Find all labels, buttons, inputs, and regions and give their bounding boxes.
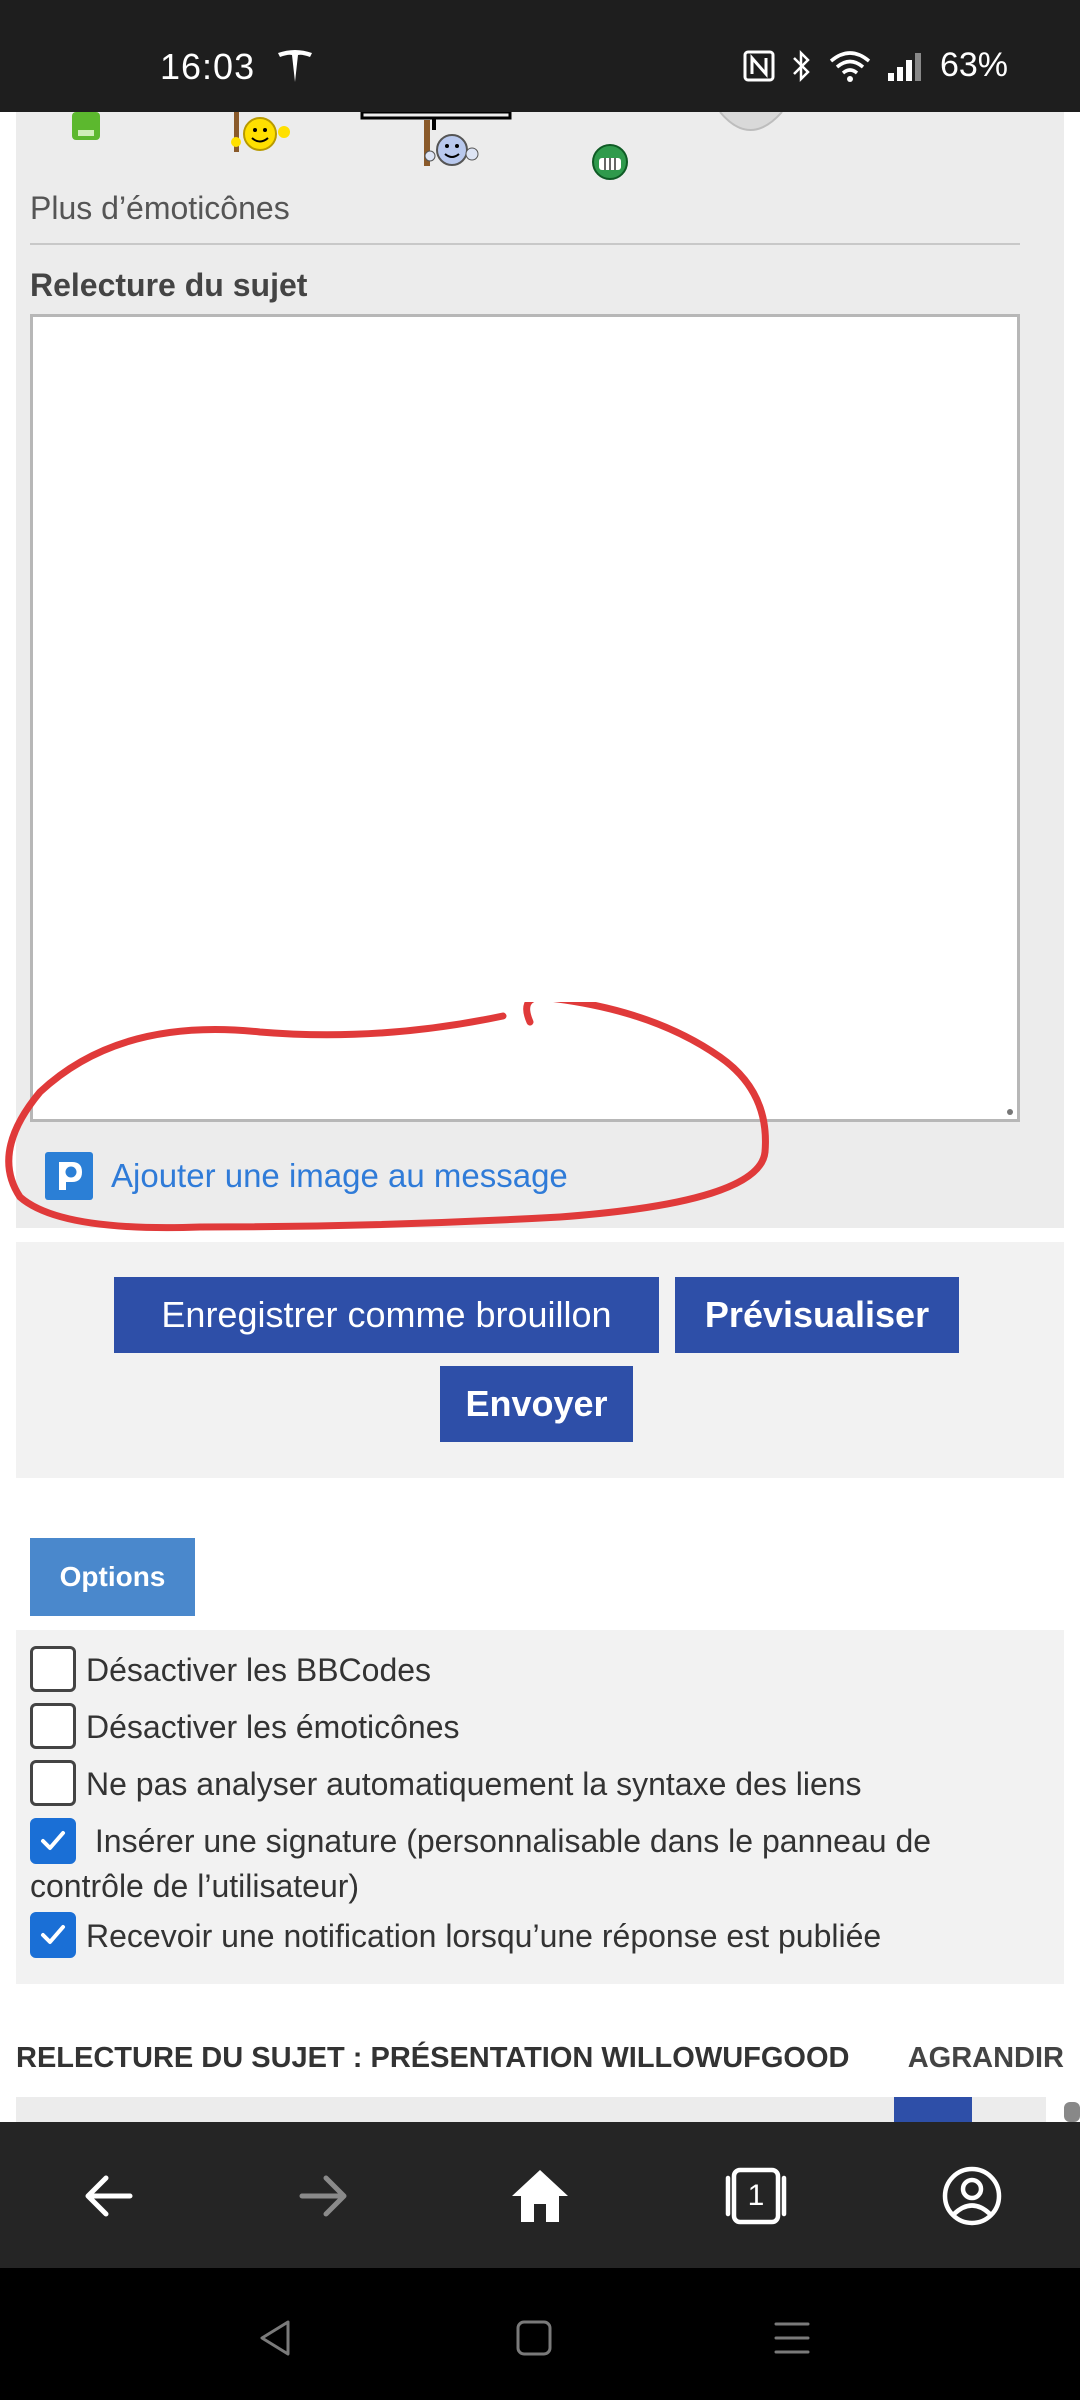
- status-time: 16:03: [160, 46, 256, 87]
- topic-review-box: [16, 2097, 1046, 2122]
- option-label: Recevoir une notification lorsqu’une rép…: [86, 1918, 882, 1954]
- option-disable-bbcode[interactable]: Désactiver les BBCodes: [30, 1646, 1020, 1692]
- checkbox[interactable]: [30, 1646, 76, 1692]
- tab-options[interactable]: Options: [30, 1538, 195, 1616]
- grey-ball-emoticon[interactable]: [710, 112, 790, 136]
- option-notify[interactable]: Recevoir une notification lorsqu’une rép…: [30, 1912, 1020, 1958]
- green-grin-emoticon[interactable]: [590, 142, 630, 182]
- wifi-icon: [829, 50, 871, 82]
- back-button[interactable]: [72, 2160, 144, 2232]
- more-emoticons-link[interactable]: Plus d’émoticônes: [30, 190, 290, 227]
- nav-recents-button[interactable]: [762, 2308, 822, 2368]
- nav-home-icon: [516, 2320, 552, 2356]
- system-nav-bar: [0, 2268, 1080, 2400]
- bluetooth-icon: [793, 49, 810, 82]
- send-button[interactable]: Envoyer: [440, 1366, 633, 1442]
- account-icon: [942, 2166, 1002, 2226]
- back-arrow-icon: [85, 2175, 133, 2217]
- nav-back-button[interactable]: [246, 2308, 306, 2368]
- option-label: Insérer une signature (personnalisable d…: [30, 1823, 932, 1904]
- sign-smiley-emoticon[interactable]: [224, 112, 294, 154]
- battery-percent: 63%: [939, 46, 1008, 84]
- board-smiley-emoticon[interactable]: [360, 112, 512, 170]
- nav-menu-icon: [774, 2322, 810, 2354]
- scrollbar-thumb[interactable]: [1064, 2102, 1080, 2122]
- nav-home-button[interactable]: [504, 2308, 564, 2368]
- option-label: Désactiver les BBCodes: [86, 1652, 432, 1688]
- home-button[interactable]: [504, 2160, 576, 2232]
- tab-count: 1: [747, 2179, 765, 2212]
- nav-back-icon: [260, 2320, 290, 2356]
- browser-toolbar: 1: [0, 2122, 1080, 2268]
- actions-panel: Enregistrer comme brouillon Prévisualise…: [16, 1242, 1064, 1478]
- resize-handle[interactable]: [1007, 1109, 1013, 1115]
- nfc-icon: [743, 50, 775, 81]
- checkmark-icon: [41, 1830, 65, 1850]
- checkbox-checked[interactable]: [30, 1817, 76, 1864]
- forward-arrow-icon: [299, 2175, 347, 2217]
- option-label: Désactiver les émoticônes: [86, 1709, 460, 1745]
- option-label: Ne pas analyser automatiquement la synta…: [86, 1766, 862, 1802]
- checkbox[interactable]: [30, 1703, 76, 1749]
- status-icons: 63%: [742, 46, 1008, 85]
- expand-link[interactable]: AGRANDIR: [908, 2042, 1064, 2075]
- checkmark-icon: [41, 1925, 65, 1944]
- preview-button[interactable]: Prévisualiser: [675, 1277, 959, 1353]
- option-disable-magic-url[interactable]: Ne pas analyser automatiquement la synta…: [30, 1760, 1020, 1806]
- account-button[interactable]: [936, 2160, 1008, 2232]
- option-attach-signature[interactable]: Insérer une signature (personnalisable d…: [30, 1817, 1020, 1908]
- tesla-icon: [278, 50, 312, 82]
- review-label: Relecture du sujet: [30, 267, 308, 303]
- forward-button[interactable]: [288, 2160, 360, 2232]
- tabs-button[interactable]: 1: [720, 2160, 792, 2232]
- checkbox[interactable]: [30, 1760, 76, 1806]
- emoticon-row: [30, 112, 1030, 187]
- topic-review-header-strip: [894, 2097, 972, 2122]
- option-disable-emoticons[interactable]: Désactiver les émoticônes: [30, 1703, 1020, 1749]
- web-page: Plus d’émoticônes Relecture du sujet Ajo…: [0, 112, 1080, 2122]
- checkbox-checked[interactable]: [30, 1912, 76, 1958]
- message-textarea[interactable]: [30, 314, 1020, 1122]
- divider: [30, 243, 1020, 245]
- status-bar: 16:03 63%: [0, 0, 1080, 112]
- signal-icon: [887, 52, 921, 81]
- topic-review-title: RELECTURE DU SUJET : PRÉSENTATION WILLOW…: [16, 2042, 850, 2074]
- home-icon: [512, 2170, 568, 2222]
- save-draft-button[interactable]: Enregistrer comme brouillon: [114, 1277, 659, 1353]
- green-bottle-emoticon[interactable]: [66, 112, 106, 144]
